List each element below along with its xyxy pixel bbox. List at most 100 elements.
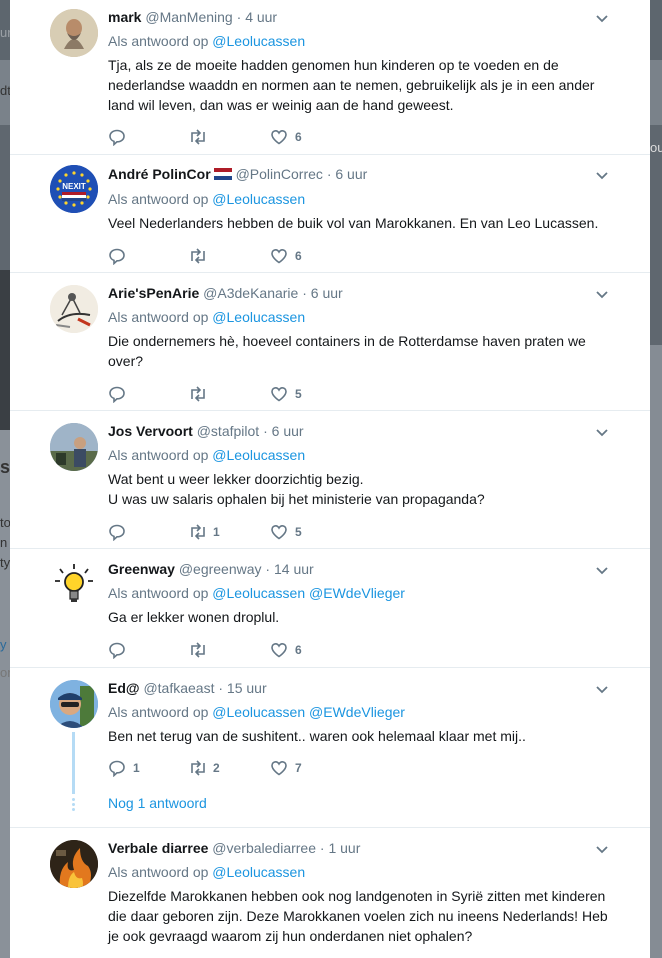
separator-dot: · bbox=[326, 166, 332, 182]
chevron-down-icon[interactable] bbox=[594, 425, 610, 441]
user-handle[interactable]: @egreenway bbox=[179, 561, 262, 577]
retweet-icon bbox=[191, 524, 205, 540]
tweet-text-line: Wat bent u weer lekker doorzichtig bezig… bbox=[108, 471, 364, 487]
separator-dot: · bbox=[265, 561, 271, 577]
fire-avatar[interactable] bbox=[50, 840, 98, 888]
mention-link[interactable]: @Leolucassen bbox=[212, 33, 305, 49]
reply-icon bbox=[109, 248, 125, 265]
thread-connector-line bbox=[72, 732, 75, 794]
timestamp[interactable]: 14 uur bbox=[274, 561, 314, 577]
mention-link[interactable]: @Leolucassen bbox=[212, 585, 305, 601]
reply-icon bbox=[109, 524, 125, 541]
nexit-avatar[interactable]: NEXIT bbox=[50, 165, 98, 213]
separator-dot: · bbox=[302, 285, 307, 301]
tweet-text: Ga er lekker wonen droplul. bbox=[108, 609, 280, 625]
mention-link[interactable]: @Leolucassen bbox=[212, 191, 305, 207]
bg-text-fragment: ou bbox=[650, 140, 662, 155]
mention-link[interactable]: @Leolucassen bbox=[212, 447, 305, 463]
display-name[interactable]: mark bbox=[108, 9, 141, 25]
lightbulb-avatar[interactable] bbox=[50, 561, 98, 609]
chevron-down-icon[interactable] bbox=[594, 11, 610, 27]
tweet[interactable]: Arie'sPenArie @A3deKanarie · 6 uur Als a… bbox=[10, 273, 650, 411]
user-handle[interactable]: @A3deKanarie bbox=[203, 285, 298, 301]
timestamp[interactable]: 6 uur bbox=[335, 166, 367, 182]
mention-link[interactable]: @Leolucassen bbox=[212, 864, 305, 880]
display-name[interactable]: Verbale diarree bbox=[108, 840, 208, 856]
like-count: 6 bbox=[295, 643, 302, 657]
reply-prefix: Als antwoord op bbox=[108, 191, 209, 207]
timestamp[interactable]: 15 uur bbox=[227, 680, 267, 696]
outdoor-photo-avatar[interactable] bbox=[50, 423, 98, 471]
heart-icon bbox=[271, 386, 287, 402]
reply-prefix: Als antwoord op bbox=[108, 33, 209, 49]
bearded-man-avatar[interactable] bbox=[50, 9, 98, 57]
timestamp[interactable]: 4 uur bbox=[245, 9, 277, 25]
timestamp[interactable]: 6 uur bbox=[311, 285, 343, 301]
like-count: 7 bbox=[295, 761, 302, 775]
reply-prefix: Als antwoord op bbox=[108, 585, 209, 601]
display-name[interactable]: Jos Vervoort bbox=[108, 423, 193, 439]
display-name[interactable]: Greenway bbox=[108, 561, 175, 577]
thread-dot bbox=[72, 798, 75, 801]
tweet-text: Ben net terug van de sushitent.. waren o… bbox=[108, 728, 526, 744]
reply-context: Als antwoord op @Leolucassen bbox=[108, 31, 305, 51]
chevron-down-icon[interactable] bbox=[594, 287, 610, 303]
bg-text-fragment: y bbox=[0, 637, 7, 652]
retweet-icon bbox=[191, 129, 205, 145]
reply-icon bbox=[109, 760, 125, 777]
mention-link[interactable]: @EWdeVlieger bbox=[309, 704, 405, 720]
chevron-down-icon[interactable] bbox=[594, 563, 610, 579]
reply-count: 1 bbox=[133, 761, 140, 775]
replies-panel: mark @ManMening · 4 uur Als antwoord op … bbox=[10, 0, 650, 958]
reply-context: Als antwoord op @Leolucassen bbox=[108, 445, 305, 465]
mention-link[interactable]: @Leolucassen bbox=[212, 704, 305, 720]
tweet[interactable]: mark @ManMening · 4 uur Als antwoord op … bbox=[10, 0, 650, 155]
tweet-header: Ed@ @tafkaeast · 15 uur bbox=[108, 678, 602, 698]
display-name[interactable]: André PolinCor bbox=[108, 166, 211, 182]
display-name[interactable]: Ed@ bbox=[108, 680, 140, 696]
chevron-down-icon[interactable] bbox=[594, 168, 610, 184]
tweet[interactable]: Greenway @egreenway · 14 uur Als antwoor… bbox=[10, 549, 650, 668]
mention-link[interactable]: @EWdeVlieger bbox=[309, 585, 405, 601]
mention-link[interactable]: @Leolucassen bbox=[212, 309, 305, 325]
like-count: 6 bbox=[295, 130, 302, 144]
tweet[interactable]: Ed@ @tafkaeast · 15 uur Als antwoord op … bbox=[10, 668, 650, 828]
heart-icon bbox=[271, 524, 287, 540]
heart-icon bbox=[271, 760, 287, 776]
timestamp[interactable]: 1 uur bbox=[328, 840, 360, 856]
user-handle[interactable]: @PolinCorrec bbox=[236, 166, 323, 182]
display-name[interactable]: Arie'sPenArie bbox=[108, 285, 199, 301]
tweet-text: Wat bent u weer lekker doorzichtig bezig… bbox=[108, 469, 608, 509]
reply-prefix: Als antwoord op bbox=[108, 704, 209, 720]
tweet-header: Jos Vervoort @stafpilot · 6 uur bbox=[108, 421, 602, 441]
timestamp[interactable]: 6 uur bbox=[272, 423, 304, 439]
show-more-replies-link[interactable]: Nog 1 antwoord bbox=[108, 795, 207, 811]
bg-text-fragment: dt bbox=[0, 83, 10, 98]
user-handle[interactable]: @tafkaeast bbox=[143, 680, 214, 696]
separator-dot: · bbox=[218, 680, 224, 696]
thread-dot bbox=[72, 808, 75, 811]
tweet[interactable]: NEXIT André PolinCor @PolinCorrec · 6 uu… bbox=[10, 155, 650, 273]
netherlands-flag-icon bbox=[213, 168, 232, 180]
thread-dot bbox=[72, 803, 75, 806]
heart-icon bbox=[271, 642, 287, 658]
chevron-down-icon[interactable] bbox=[594, 842, 610, 858]
user-handle[interactable]: @ManMening bbox=[145, 9, 232, 25]
user-handle[interactable]: @verbalediarree bbox=[212, 840, 316, 856]
chevron-down-icon[interactable] bbox=[594, 682, 610, 698]
retweet-count: 1 bbox=[213, 525, 220, 539]
tweet[interactable]: Verbale diarree @verbalediarree · 1 uur … bbox=[10, 828, 650, 958]
separator-dot: · bbox=[263, 423, 268, 439]
sketch-avatar[interactable] bbox=[50, 285, 98, 333]
tweet[interactable]: Jos Vervoort @stafpilot · 6 uur Als antw… bbox=[10, 411, 650, 549]
like-count: 5 bbox=[295, 387, 302, 401]
reply-context: Als antwoord op @Leolucassen bbox=[108, 862, 305, 882]
tweet-header: mark @ManMening · 4 uur bbox=[108, 7, 602, 27]
bg-text-fragment: or bbox=[0, 665, 10, 680]
bg-text-fragment: to bbox=[0, 515, 10, 530]
reply-context: Als antwoord op @Leolucassen @EWdeVliege… bbox=[108, 702, 405, 722]
man-with-cap-avatar[interactable] bbox=[50, 680, 98, 728]
retweet-count: 2 bbox=[213, 761, 220, 775]
user-handle[interactable]: @stafpilot bbox=[197, 423, 259, 439]
bg-text-fragment: ty bbox=[0, 555, 10, 570]
